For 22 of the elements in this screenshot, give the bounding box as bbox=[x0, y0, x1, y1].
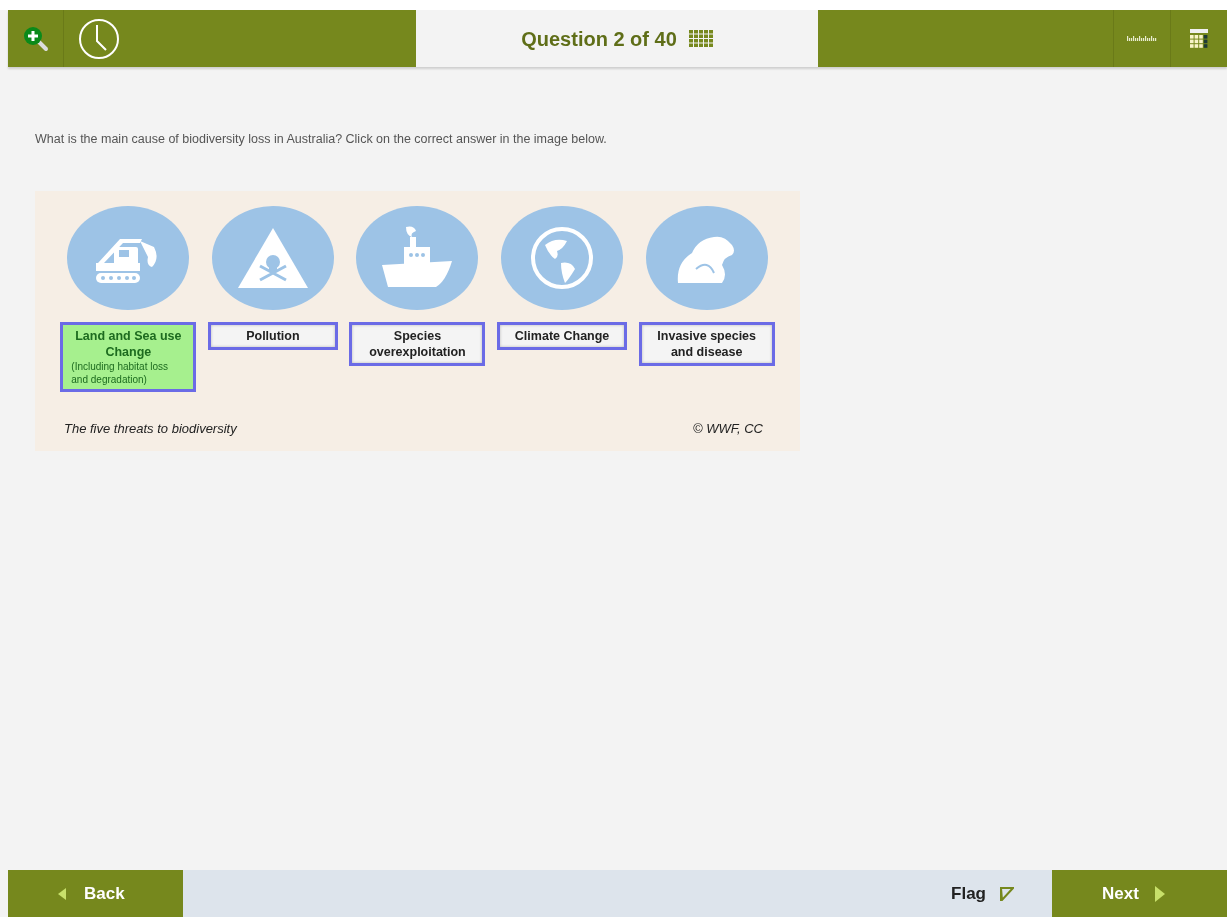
left-triangle-icon bbox=[58, 887, 66, 900]
clock-icon bbox=[78, 17, 120, 60]
answer-hotspot[interactable]: Climate Change bbox=[497, 321, 628, 350]
figure-caption: The five threats to biodiversity bbox=[64, 420, 237, 439]
question-text: What is the main cause of biodiversity loss in Australia? Click on the correct answer in the image below. bbox=[35, 131, 608, 148]
flag-button[interactable]: Flag bbox=[951, 870, 1052, 917]
next-button[interactable]: Next bbox=[1052, 870, 1227, 917]
answer-hotspot[interactable]: Species overexploitation bbox=[349, 321, 486, 366]
right-triangle-icon bbox=[1154, 885, 1165, 902]
ruler-icon bbox=[1127, 35, 1157, 42]
grid-icon bbox=[688, 30, 713, 47]
figure-credit: © WWF, CC bbox=[693, 420, 763, 439]
globe-icon bbox=[529, 224, 596, 291]
zoom-in-icon bbox=[22, 25, 49, 52]
answer-hotspot[interactable]: Pollution bbox=[207, 321, 338, 350]
back-button[interactable]: Back bbox=[8, 870, 183, 917]
question-counter: Question 2 of 40 bbox=[521, 26, 677, 52]
answer-hotspot[interactable]: Invasive species and disease bbox=[638, 321, 775, 366]
flag-icon bbox=[1000, 886, 1014, 901]
question-grid-button[interactable] bbox=[688, 30, 713, 47]
answer-hotspot[interactable]: Land and Sea use Change (Including habitat loss and degradation) bbox=[60, 321, 197, 392]
calculator-icon bbox=[1189, 28, 1209, 49]
